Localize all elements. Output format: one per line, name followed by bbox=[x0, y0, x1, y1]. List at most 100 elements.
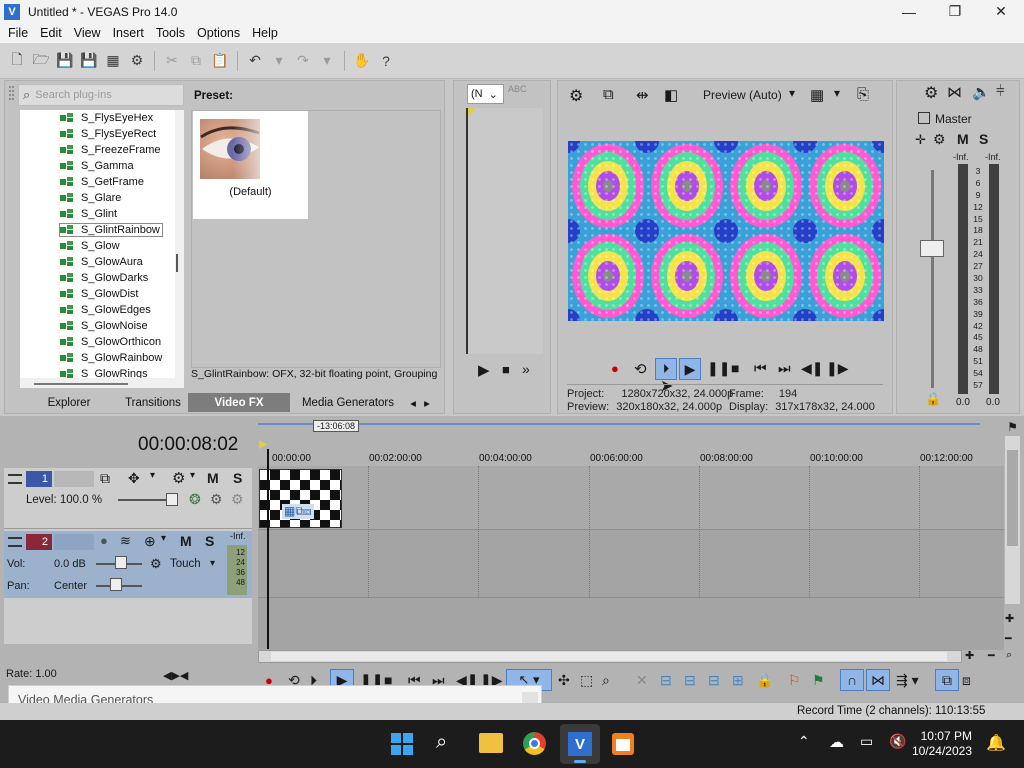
master-solo-button[interactable]: S bbox=[979, 131, 988, 147]
stop-icon[interactable]: ■ bbox=[731, 360, 739, 376]
trimmer-dropdown[interactable]: (N ⌄ bbox=[467, 84, 504, 104]
video-track-header[interactable]: 1 ⧉ ✥ ▾ ⚙ ▾ M S Level: 100.0 % ❂ ⚙ ⚙ bbox=[4, 468, 252, 529]
properties-icon[interactable]: ⚙ bbox=[126, 50, 148, 72]
external-monitor-icon[interactable]: ⧉ bbox=[603, 86, 614, 103]
menu-insert[interactable]: Insert bbox=[107, 26, 150, 40]
plugin-tree-item[interactable]: S_GlowEdges bbox=[20, 302, 184, 318]
plugin-tree-item[interactable]: S_Glint bbox=[20, 206, 184, 222]
minimize-button[interactable]: — bbox=[886, 0, 932, 23]
grid-icon[interactable]: ▦ bbox=[810, 86, 824, 104]
plugin-tree-item[interactable]: S_GlowRainbow bbox=[20, 350, 184, 366]
plugin-tree-item[interactable]: S_GlowNoise bbox=[20, 318, 184, 334]
audio-track-lane[interactable] bbox=[258, 531, 1004, 598]
store-icon[interactable] bbox=[612, 733, 634, 755]
overlay-icon[interactable]: ◧ bbox=[664, 86, 678, 104]
track-fx-icon[interactable]: ⚙ bbox=[172, 469, 185, 487]
render-icon[interactable]: ▦ bbox=[102, 50, 124, 72]
undo-history-icon[interactable]: ▾ bbox=[268, 50, 290, 72]
rate-slider-handle[interactable]: ◀▶◀ bbox=[163, 669, 188, 682]
insert-fx-icon[interactable]: ✛ bbox=[915, 132, 926, 148]
zoom-tool-icon[interactable]: ⌕ bbox=[1006, 649, 1012, 662]
search-icon[interactable]: ⌕ bbox=[436, 731, 447, 754]
master-settings-icon[interactable]: ⚙ bbox=[924, 83, 938, 103]
downmix-icon[interactable]: ⋈ bbox=[947, 83, 962, 101]
cloud-icon[interactable]: ☁ bbox=[829, 733, 844, 751]
automation-mode[interactable]: Touch bbox=[170, 558, 201, 570]
chevron-down-icon[interactable]: ▾ bbox=[190, 470, 195, 481]
horizontal-scrollbar[interactable] bbox=[258, 650, 962, 663]
plugin-tree-item[interactable]: S_Glow bbox=[20, 238, 184, 254]
preview-settings-icon[interactable]: ⚙ bbox=[569, 86, 583, 106]
volume-muted-icon[interactable]: 🔇 bbox=[889, 733, 906, 750]
audio-track-header[interactable]: 2 ● ≋ ⊕ ▾ M S -Inf. Vol: 0.0 dB ⚙ Touch … bbox=[4, 531, 252, 598]
redo-icon[interactable]: ↷ bbox=[292, 50, 314, 72]
pause-icon[interactable]: ❚❚ bbox=[707, 360, 730, 377]
go-to-end-icon[interactable]: ⏭ bbox=[778, 360, 791, 377]
new-icon[interactable]: 🗋 bbox=[6, 50, 28, 72]
save-icon[interactable]: 💾 bbox=[54, 50, 76, 72]
trim-icon[interactable]: ⊟ bbox=[660, 672, 672, 689]
envelope-tool-icon[interactable]: ✣ bbox=[558, 672, 570, 689]
cut-icon[interactable]: ✂ bbox=[161, 50, 183, 72]
plugin-tree-item[interactable]: S_FlysEyeRect bbox=[20, 126, 184, 142]
plugin-tree-item[interactable]: S_GlowRings bbox=[20, 366, 184, 378]
collapse-icon[interactable] bbox=[8, 537, 22, 547]
master-mute-button[interactable]: M bbox=[957, 131, 969, 147]
panel-grip[interactable] bbox=[7, 84, 16, 384]
next-frame-icon[interactable]: ❚▶ bbox=[826, 360, 849, 377]
plugin-tree-item[interactable]: S_FlysEyeHex bbox=[20, 110, 184, 126]
auto-mode-icon[interactable]: ⚙ bbox=[231, 491, 244, 508]
trimmer-stop-icon[interactable]: ■ bbox=[502, 362, 510, 377]
plugin-tree-item[interactable]: S_GetFrame bbox=[20, 174, 184, 190]
tab-video-fx[interactable]: Video FX bbox=[188, 393, 290, 412]
playhead-cursor[interactable] bbox=[267, 449, 269, 649]
zoom-in-vertical-icon[interactable]: ✚ bbox=[1005, 612, 1014, 625]
windows-start-icon[interactable] bbox=[391, 733, 413, 755]
copy-icon[interactable]: ⧉ bbox=[185, 50, 207, 72]
play-button[interactable]: ▶ bbox=[679, 358, 701, 380]
tab-scroll-right-icon[interactable]: ▸ bbox=[420, 393, 434, 412]
redo-history-icon[interactable]: ▾ bbox=[316, 50, 338, 72]
lock-icon[interactable]: 🔒 bbox=[756, 672, 773, 689]
track1-mute-button[interactable]: M bbox=[207, 470, 219, 486]
abc-icon[interactable]: ABC bbox=[508, 84, 527, 94]
track1-solo-button[interactable]: S bbox=[233, 470, 242, 486]
plugin-tree[interactable]: S_FlysEyeHex S_FlysEyeRect S_FreezeFrame S_… bbox=[20, 110, 184, 378]
video-event-clip[interactable]: ▦⧉⧈ bbox=[259, 469, 342, 528]
help-icon[interactable]: ? bbox=[375, 50, 397, 72]
plugin-tree-item[interactable]: S_GlintRainbow bbox=[20, 222, 184, 238]
lock-icon[interactable]: 🔒 bbox=[925, 391, 941, 407]
trim-end-icon[interactable]: ⊟ bbox=[708, 672, 720, 689]
menu-tools[interactable]: Tools bbox=[150, 26, 191, 40]
plugin-tree-item[interactable]: S_GlowOrthicon bbox=[20, 334, 184, 350]
collapse-icon[interactable] bbox=[8, 474, 22, 484]
undo-icon[interactable]: ↶ bbox=[244, 50, 266, 72]
zoom-tool-icon[interactable]: ⌕ bbox=[602, 672, 610, 689]
delete-icon[interactable]: ✕ bbox=[636, 672, 648, 689]
zoom-in-horizontal-icon[interactable]: ✚ bbox=[965, 649, 974, 662]
chevron-down-icon[interactable]: ▾ bbox=[150, 470, 155, 481]
notification-icon[interactable]: 🔔 bbox=[986, 733, 1006, 753]
compositing-icon[interactable]: ⧉ bbox=[100, 470, 110, 487]
motion-icon[interactable]: ✥ bbox=[128, 470, 140, 487]
zoom-out-vertical-icon[interactable]: ━ bbox=[1005, 632, 1012, 645]
tray-clock[interactable]: 10:07 PM 10/24/2023 bbox=[912, 729, 972, 759]
menu-options[interactable]: Options bbox=[191, 26, 246, 40]
waveform-icon[interactable]: ≋ bbox=[120, 533, 131, 549]
ignore-grouping-icon[interactable]: ⧈ bbox=[962, 672, 971, 689]
preview-video-frame[interactable] bbox=[568, 141, 884, 321]
loop-icon[interactable]: ⟲ bbox=[634, 360, 647, 378]
tree-scrollbar[interactable] bbox=[175, 110, 184, 378]
chrome-icon[interactable] bbox=[523, 732, 546, 755]
trimmer-play-icon[interactable]: ▶ bbox=[478, 361, 490, 379]
snapping-button[interactable]: ∩ bbox=[840, 669, 864, 691]
trim-start-icon[interactable]: ⊟ bbox=[684, 672, 696, 689]
video-track-lane[interactable] bbox=[258, 466, 1004, 530]
tab-explorer[interactable]: Explorer bbox=[20, 393, 118, 412]
speaker-icon[interactable]: 🔈 bbox=[972, 83, 991, 101]
maximize-button[interactable]: ❐ bbox=[932, 0, 978, 23]
chevron-up-icon[interactable]: ⌃ bbox=[798, 733, 810, 750]
chevron-down-icon[interactable]: ▾ bbox=[834, 86, 840, 100]
save-as-icon[interactable]: 💾 bbox=[78, 50, 100, 72]
marker-insert-icon[interactable]: ⚐ bbox=[788, 672, 801, 689]
